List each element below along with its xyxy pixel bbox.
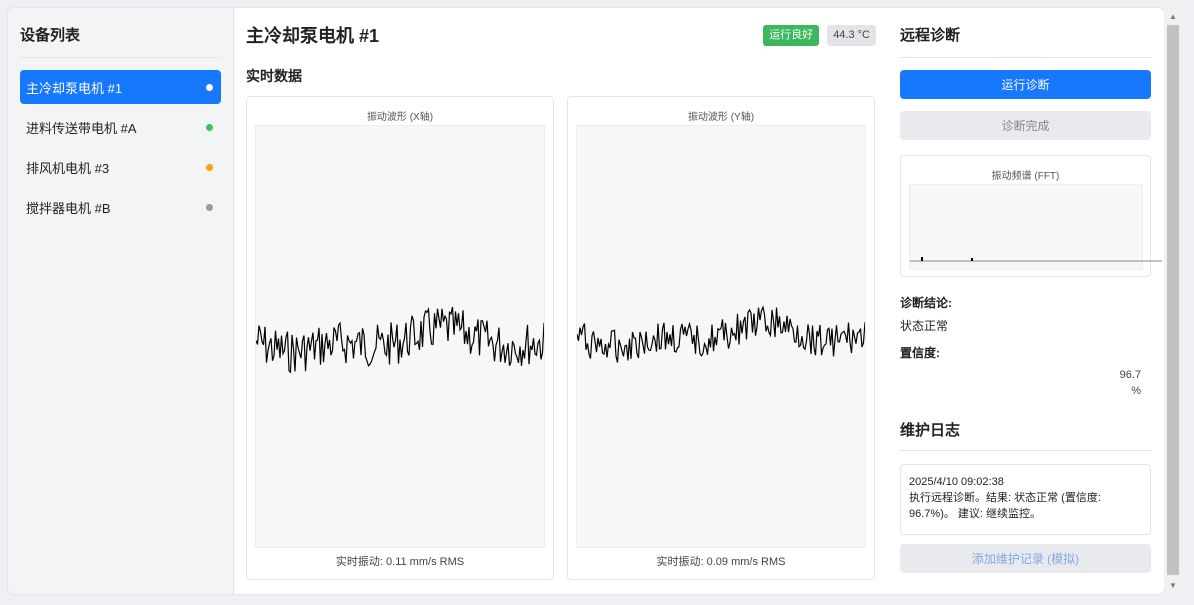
device-item-exhaust-fan[interactable]: 排风机电机 #3 <box>20 150 221 184</box>
waveform-x-line <box>255 306 545 374</box>
status-dot <box>206 83 213 91</box>
scroll-down-icon[interactable]: ▼ <box>1169 581 1177 590</box>
waveform-y-plot <box>576 125 866 548</box>
waveform-y-title: 振动波形 (Y轴) <box>687 112 755 123</box>
sidebar-title: 设备列表 <box>20 24 221 58</box>
device-item-mixer[interactable]: 搅拌器电机 #B <box>20 190 221 224</box>
waveform-x-rms: 实时振动: 0.11 mm/s RMS <box>335 556 465 568</box>
device-item-label: 主冷却泵电机 #1 <box>26 80 123 96</box>
add-log-button[interactable]: 添加维护记录 (模拟) <box>900 544 1151 573</box>
fft-plot <box>909 184 1162 270</box>
confidence-label: 置信度: <box>900 346 940 360</box>
waveform-y-card: 振动波形 (Y轴) 实时振动: 0.09 mm/s RMS <box>567 96 875 580</box>
diagnosis-complete-button[interactable]: 诊断完成 <box>900 111 1151 140</box>
status-badge: 运行良好 <box>763 24 820 46</box>
run-diagnosis-button[interactable]: 运行诊断 <box>900 70 1151 99</box>
scroll-thumb[interactable] <box>1167 25 1179 575</box>
realtime-section-title: 实时数据 <box>246 68 302 84</box>
log-entry-text: 执行远程诊断。结果: 状态正常 (置信度: 96.7%)。 建议: 继续监控。 <box>909 492 1101 520</box>
diagnosis-panel: 远程诊断 运行诊断 诊断完成 振动频谱 (FFT) 诊断结论: 状态正常 置信度… <box>888 8 1164 594</box>
device-item-cooling-pump[interactable]: 主冷却泵电机 #1 <box>20 70 221 104</box>
waveform-x-plot <box>255 125 545 548</box>
waveform-y-svg <box>576 305 866 363</box>
main-panel: 主冷却泵电机 #1 运行良好 44.3 °C 实时数据 振动波形 (X轴) 实时… <box>234 8 888 594</box>
main-header: 主冷却泵电机 #1 运行良好 44.3 °C <box>246 8 876 62</box>
waveform-charts: 振动波形 (X轴) 实时振动: 0.11 mm/s RMS 振动波形 (Y轴) … <box>246 96 876 580</box>
confidence-value: 96.7 % <box>900 367 1141 399</box>
maintenance-log-title: 维护日志 <box>900 419 1152 451</box>
log-entry: 2025/4/10 09:02:38 执行远程诊断。结果: 状态正常 (置信度:… <box>900 464 1151 535</box>
fft-title: 振动频谱 (FFT) <box>991 171 1060 182</box>
fft-svg <box>910 257 1162 262</box>
log-entry-time: 2025/4/10 09:02:38 <box>909 476 1004 488</box>
scroll-up-icon[interactable]: ▲ <box>1169 12 1177 21</box>
device-list: 主冷却泵电机 #1 进料传送带电机 #A 排风机电机 #3 搅拌器电机 #B <box>20 70 221 224</box>
device-item-label: 排风机电机 #3 <box>26 160 110 176</box>
conclusion-label: 诊断结论: <box>900 296 952 310</box>
conclusion-value: 状态正常 <box>900 319 949 333</box>
status-dot <box>206 163 213 171</box>
device-sidebar: 设备列表 主冷却泵电机 #1 进料传送带电机 #A 排风机电机 #3 搅拌器电机… <box>8 8 234 594</box>
waveform-y-line <box>576 305 866 363</box>
status-dot <box>206 123 213 131</box>
device-title: 主冷却泵电机 #1 <box>246 26 380 46</box>
confidence-unit: % <box>1131 385 1141 397</box>
waveform-y-rms: 实时振动: 0.09 mm/s RMS <box>656 556 786 568</box>
waveform-x-title: 振动波形 (X轴) <box>366 112 434 123</box>
device-item-label: 搅拌器电机 #B <box>26 200 111 216</box>
device-item-conveyor[interactable]: 进料传送带电机 #A <box>20 110 221 144</box>
confidence-number: 96.7 <box>1119 369 1141 381</box>
diagnosis-title: 远程诊断 <box>900 24 1152 58</box>
page-scrollbar[interactable]: ▲ ▼ <box>1164 8 1182 594</box>
temperature-badge: 44.3 °C <box>827 24 876 46</box>
status-dot <box>206 203 213 211</box>
app-window: 设备列表 主冷却泵电机 #1 进料传送带电机 #A 排风机电机 #3 搅拌器电机… <box>8 8 1164 594</box>
waveform-x-card: 振动波形 (X轴) 实时振动: 0.11 mm/s RMS <box>246 96 554 580</box>
status-badges: 运行良好 44.3 °C <box>763 24 876 46</box>
device-item-label: 进料传送带电机 #A <box>26 120 137 136</box>
waveform-x-svg <box>255 306 545 374</box>
fft-card: 振动频谱 (FFT) <box>900 155 1162 277</box>
